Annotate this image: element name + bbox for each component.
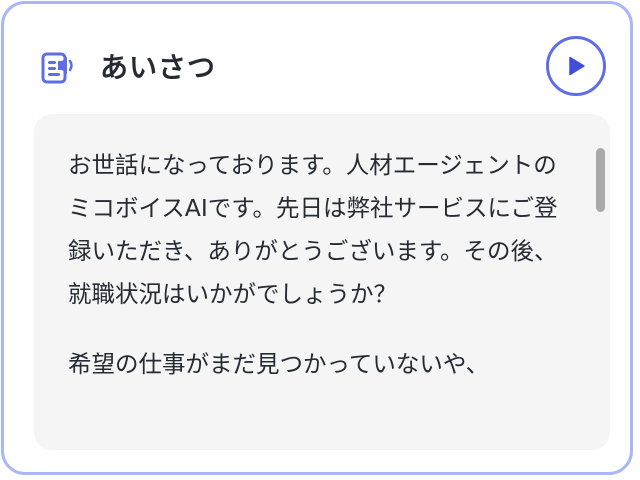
greeting-card: あいさつ お世話になっております。人材エージェントのミコボイスAIです。先日は弊… (1, 1, 633, 475)
message-panel[interactable]: お世話になっております。人材エージェントのミコボイスAIです。先日は弊社サービス… (34, 114, 610, 450)
message-text: お世話になっております。人材エージェントのミコボイスAIです。先日は弊社サービス… (68, 144, 568, 386)
play-button[interactable] (546, 36, 606, 96)
card-title: あいさつ (100, 51, 217, 84)
card-header: あいさつ (4, 4, 630, 116)
message-paragraph: お世話になっております。人材エージェントのミコボイスAIです。先日は弊社サービス… (68, 151, 558, 308)
play-icon (569, 56, 585, 76)
text-fade-overlay (34, 388, 610, 450)
message-paragraph: 希望の仕事がまだ見つかっていないや、 (68, 350, 490, 378)
scrollbar-thumb[interactable] (596, 148, 605, 212)
speaker-document-icon (40, 50, 76, 86)
